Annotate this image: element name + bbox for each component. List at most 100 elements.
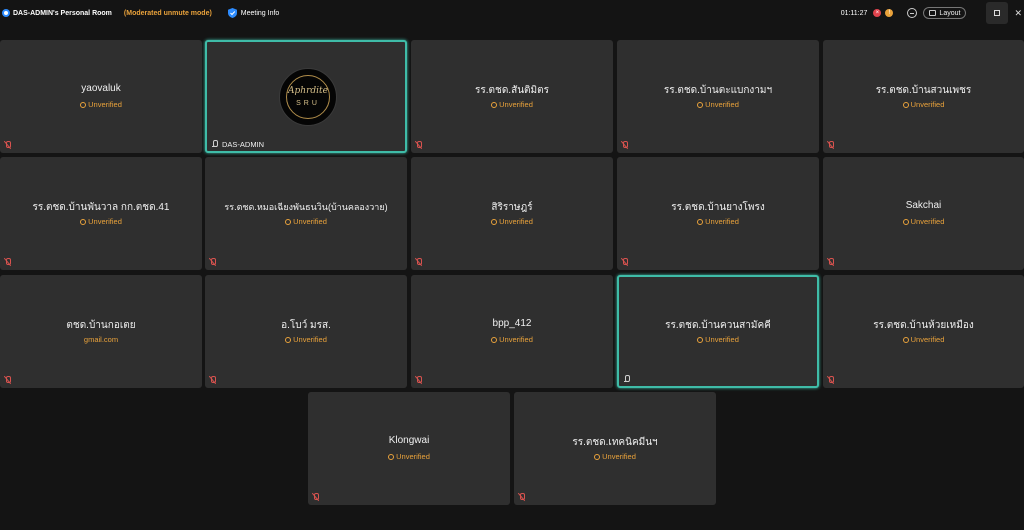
clock-icon [285,218,292,225]
mic-muted-icon [5,141,11,149]
verification-status: Unverified [308,452,510,461]
mic-muted-icon [5,376,11,384]
participant-tile[interactable]: รร.ตชด.บ้านยางโพรง Unverified [617,157,819,270]
clock-icon [388,453,395,460]
shield-icon[interactable] [227,8,237,18]
clock-icon [594,453,601,460]
grid-icon [929,10,937,16]
participant-tile[interactable]: รร.ตชด.เทคนิคมีนฯ Unverified [514,392,716,505]
mic-muted-icon [210,376,216,384]
verification-status: Unverified [411,100,613,109]
mic-muted-icon [828,141,834,149]
verification-status: Unverified [617,217,819,226]
verification-status: Unverified [205,335,407,344]
clock-icon [491,218,498,225]
verification-status: Unverified [411,217,613,226]
clock-icon [80,218,87,225]
verification-status: Unverified [619,335,817,344]
clock-icon [491,101,498,108]
participant-name: รร.ตชด.บ้านห้วยเหมือง [873,320,974,331]
participant-tile[interactable]: Sakchai Unverified [823,157,1024,270]
participant-name: Sakchai [905,200,942,211]
participant-tile[interactable]: Klongwai Unverified [308,392,510,505]
clock-icon [285,336,292,343]
verification-status: Unverified [617,100,819,109]
participant-tile[interactable]: yaovaluk Unverified [0,40,202,153]
zoom-icon[interactable] [907,8,918,18]
participant-name: รร.ตชด.บ้านควนสามัคคี [665,320,771,331]
verification-status: Unverified [823,217,1024,226]
participant-tile[interactable]: รร.ตชด.บ้านห้วยเหมือง Unverified [823,275,1024,388]
verification-status: Unverified [0,100,202,109]
verification-status: Unverified [823,100,1024,109]
alert-status-icon[interactable]: ! [885,9,894,17]
clock-icon [697,101,704,108]
participant-name: รร.ตชด.บ้านตะแบกงามฯ [663,85,773,96]
participant-name: bpp_412 [492,318,532,329]
mic-muted-icon [5,258,11,266]
host-video-tile[interactable]: Aphrdite SRU DAS-ADMIN [205,40,407,153]
mic-muted-icon [416,141,422,149]
mic-muted-icon [622,141,628,149]
mic-muted-icon [828,258,834,266]
mic-muted-icon [622,258,628,266]
verification-status: Unverified [411,335,613,344]
meeting-timer: 01:11:27 [840,9,868,17]
restore-window-button[interactable] [986,2,1009,24]
topbar-right-controls: 01:11:27 × ! Layout ✕ [841,0,1024,26]
restore-icon [994,10,1001,16]
participant-tile[interactable]: อ.โบว์ มรส. Unverified [205,275,407,388]
participant-name: ตชด.บ้านกอเตย [66,320,136,331]
participant-tile[interactable]: รร.ตชด.บ้านตะแบกงามฯ Unverified [617,40,819,153]
participant-tile[interactable]: ตชด.บ้านกอเตย gmail.com [0,275,202,388]
mic-muted-icon [210,258,216,266]
mic-on-icon [624,375,630,383]
participant-name: รร.ตชด.เทคนิคมีนฯ [572,437,658,448]
mic-muted-icon [519,493,525,501]
participant-tile[interactable]: สิริราษฎร์ Unverified [411,157,613,270]
clock-icon [902,218,909,225]
participant-tile[interactable]: bpp_412 Unverified [411,275,613,388]
close-icon[interactable]: ✕ [1014,8,1022,19]
participant-tile[interactable]: รร.ตชด.หมอเฉียงพันธนวิน(บ้านคลองวาย) Unv… [205,157,407,270]
verification-status: Unverified [823,335,1024,344]
participant-name: yaovaluk [81,83,121,94]
participant-tile[interactable]: รร.ตชด.บ้านพันวาล กก.ตชด.41 Unverified [0,157,202,270]
clock-icon [697,218,704,225]
participant-name: รร.ตชด.หมอเฉียงพันธนวิน(บ้านคลองวาย) [224,202,388,212]
room-title: DAS-ADMIN's Personal Room [13,9,112,17]
participant-name: รร.ตชด.สันติมิตร [475,85,549,96]
participant-name: รร.ตชด.บ้านยางโพรง [671,202,765,213]
mic-on-icon [212,140,218,148]
participant-email-domain: gmail.com [83,335,119,344]
layout-label: Layout [939,9,961,17]
clock-icon [697,336,704,343]
participant-name: อ.โบว์ มรส. [281,320,331,331]
top-bar: DAS-ADMIN's Personal Room (Moderated unm… [0,0,1024,26]
participant-tile[interactable]: รร.ตชด.สันติมิตร Unverified [411,40,613,153]
clock-icon [80,101,87,108]
host-name-label: DAS-ADMIN [222,140,265,149]
clock-icon [902,101,909,108]
recording-status-icon[interactable]: × [873,9,882,17]
mic-muted-icon [313,493,319,501]
mic-muted-icon [828,376,834,384]
sru-logo: Aphrdite SRU [279,68,337,126]
participant-tile[interactable]: รร.ตชด.บ้านสวนเพชร Unverified [823,40,1024,153]
layout-button[interactable]: Layout [923,7,967,19]
participant-name: สิริราษฎร์ [491,202,533,213]
clock-icon [491,336,498,343]
room-icon [2,9,10,17]
verification-status: Unverified [514,452,716,461]
verification-status: Unverified [0,217,202,226]
participant-name: รร.ตชด.บ้านพันวาล กก.ตชด.41 [32,202,170,213]
clock-icon [902,336,909,343]
moderated-mode-label: (Moderated unmute mode) [123,9,212,17]
mic-muted-icon [416,258,422,266]
verification-status: Unverified [205,217,407,226]
mic-muted-icon [416,376,422,384]
participant-name: Klongwai [388,435,430,446]
meeting-info-button[interactable]: Meeting Info [241,10,280,17]
active-speaker-tile[interactable]: รร.ตชด.บ้านควนสามัคคี Unverified [617,275,819,388]
participant-name: รร.ตชด.บ้านสวนเพชร [875,85,972,96]
